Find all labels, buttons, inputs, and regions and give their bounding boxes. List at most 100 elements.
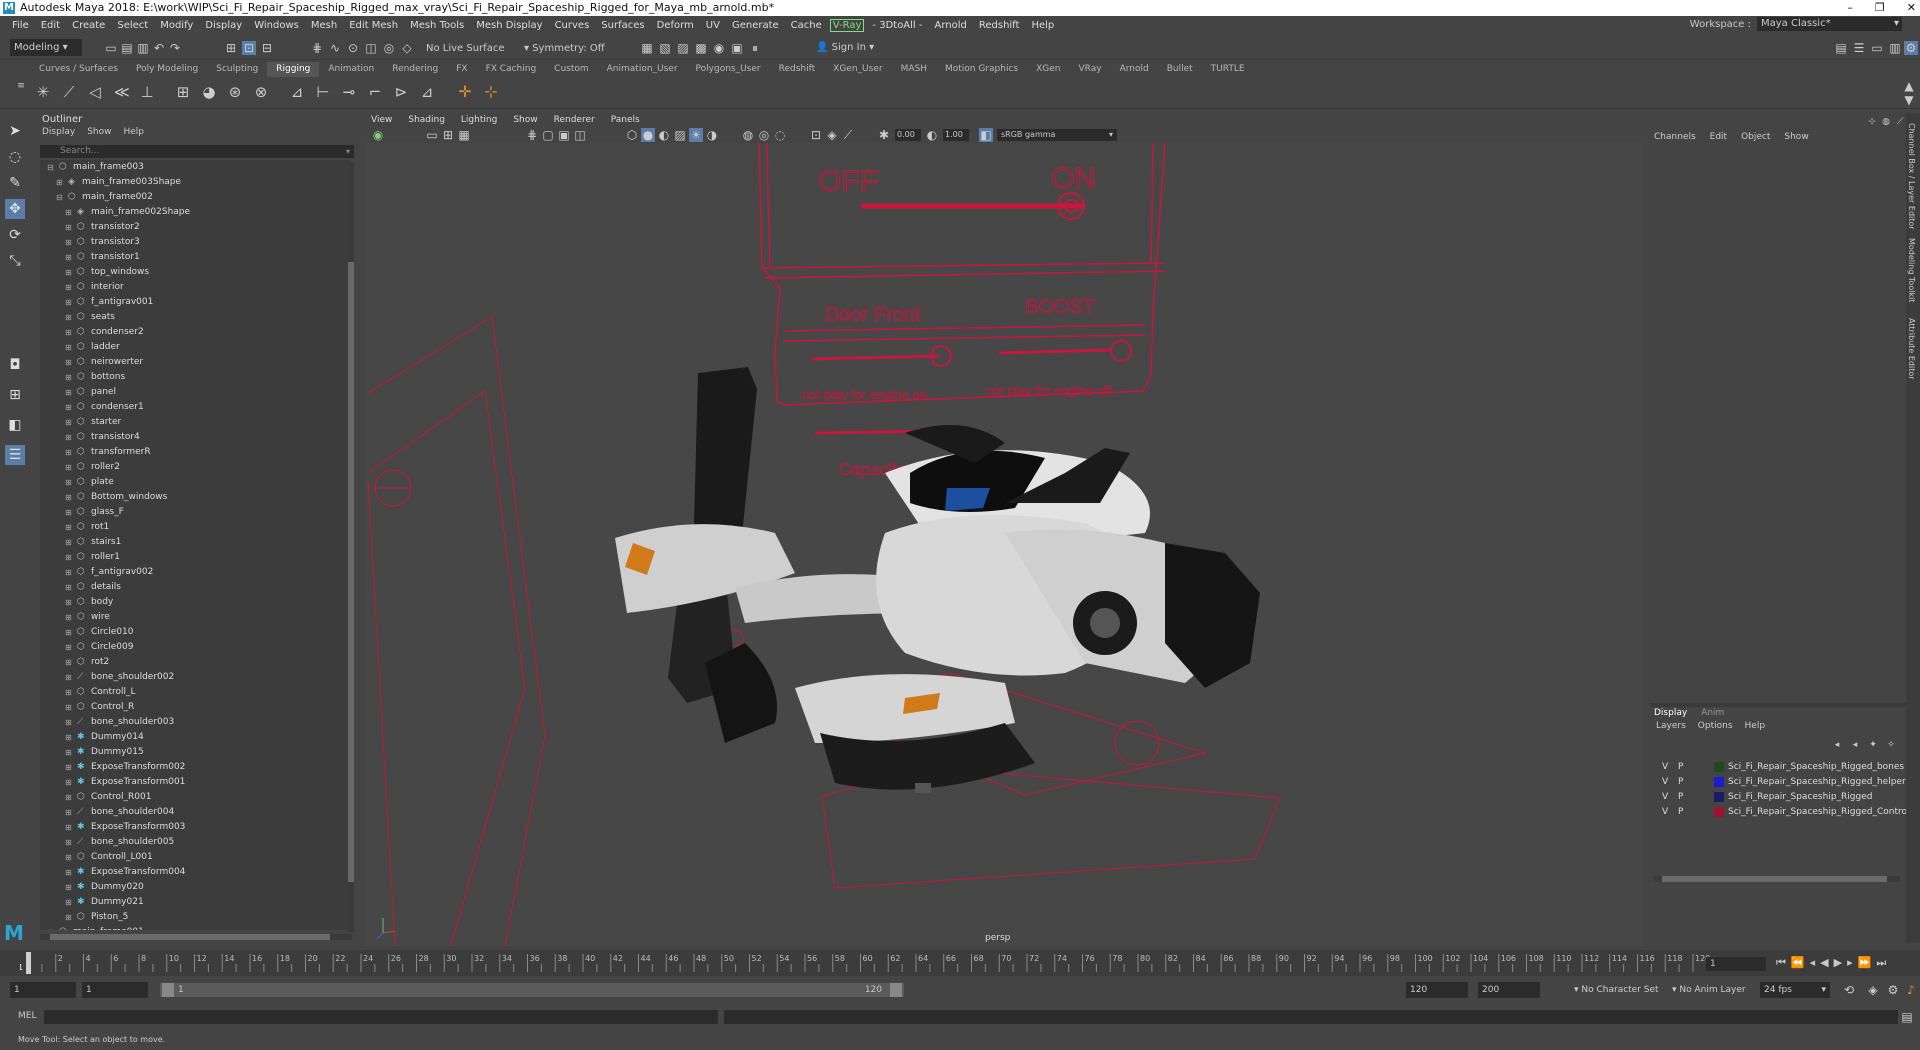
menu-cache[interactable]: Cache — [785, 20, 828, 31]
shelf-tab-poly-modeling[interactable]: Poly Modeling — [127, 62, 207, 77]
move-layer-down-icon[interactable]: ◂ — [1848, 738, 1862, 752]
go-to-end-icon[interactable]: ⏭ — [1876, 956, 1886, 970]
layer-color-swatch[interactable] — [1714, 777, 1724, 787]
outliner-item[interactable]: ⊞ ✱ ExposeTransform001 — [40, 775, 350, 790]
select-object-icon[interactable]: ⊡ — [242, 41, 256, 55]
smooth-shade-icon[interactable]: ● — [641, 128, 655, 142]
playback-start-field[interactable]: 1 — [82, 982, 148, 998]
outliner-item[interactable]: ⊞ ◈ main_frame002Shape — [40, 205, 350, 220]
shelf-tab-arnold[interactable]: Arnold — [1111, 62, 1158, 77]
select-camera-icon[interactable]: ◉ — [371, 128, 385, 142]
shelf-tab-animation-user[interactable]: Animation_User — [598, 62, 687, 77]
command-input[interactable] — [44, 1010, 718, 1024]
expand-icon[interactable]: ⊞ — [65, 865, 73, 880]
step-forward-key-icon[interactable]: ⏩ — [1858, 956, 1872, 970]
shelf-tab-redshift[interactable]: Redshift — [770, 62, 825, 77]
current-time-marker[interactable] — [26, 952, 31, 974]
outliner-item[interactable]: ⊞ ⬡ rot1 — [40, 520, 350, 535]
toggle-attribute-editor-icon[interactable]: ☰ — [1852, 41, 1866, 55]
layer-tab-display[interactable]: Display — [1654, 708, 1687, 718]
menu-uv[interactable]: UV — [700, 20, 726, 31]
menu-select[interactable]: Select — [111, 20, 154, 31]
expand-icon[interactable]: ⊞ — [65, 700, 73, 715]
search-dropdown-icon[interactable]: ▾ — [346, 145, 350, 158]
color-management-icon[interactable]: ◧ — [979, 128, 993, 142]
outliner-item[interactable]: ⊞ ⬡ condenser2 — [40, 325, 350, 340]
layer-playback-toggle[interactable]: P — [1678, 775, 1683, 789]
shelf-tab-turtle[interactable]: TURTLE — [1202, 62, 1254, 77]
render-sequence-icon[interactable]: ▧ — [658, 41, 672, 55]
smooth-bind-icon[interactable]: ⊗ — [254, 85, 268, 100]
outliner-item[interactable]: ⊞ ⬡ condenser1 — [40, 400, 350, 415]
loop-playback-icon[interactable]: ⟲ — [1842, 983, 1856, 997]
exposure-field[interactable]: 0.00 — [895, 129, 921, 141]
outliner-item[interactable]: ⊞ ⬡ top_windows — [40, 265, 350, 280]
outliner-item[interactable]: ⊞ ✱ Dummy020 — [40, 880, 350, 895]
display-layer-row[interactable]: V P Sci_Fi_Repair_Spaceship_Rigged_bones — [1654, 760, 1904, 774]
select-component-icon[interactable]: ⊟ — [260, 41, 274, 55]
persp-outliner-layout-icon[interactable]: ◧ — [5, 415, 25, 435]
paint-select-icon[interactable]: ✎ — [5, 173, 25, 193]
rotate-tool-icon[interactable]: ⟳ — [5, 225, 25, 245]
wireframe-on-shaded-icon[interactable]: ◐ — [657, 128, 671, 142]
render-frame-icon[interactable]: ▦ — [640, 41, 654, 55]
toggle-outliner-icon[interactable]: ⚙ — [1904, 41, 1918, 55]
animation-preferences-icon[interactable]: ⚙ — [1886, 983, 1900, 997]
toggle-tool-settings-icon[interactable]: ▭ — [1870, 41, 1884, 55]
pause-render-icon[interactable]: ⏸ — [748, 41, 762, 55]
menu-arnold[interactable]: Arnold — [929, 20, 973, 31]
scene-start-field[interactable]: 1 — [10, 982, 76, 998]
outliner-item[interactable]: ⊞ ⬡ neirowerter — [40, 355, 350, 370]
menu-surfaces[interactable]: Surfaces — [595, 20, 650, 31]
maximize-button[interactable]: ❐ — [1875, 0, 1885, 16]
shelf-menu-icon[interactable]: ≡ — [14, 79, 28, 93]
live-surface-field[interactable]: No Live Surface — [422, 40, 510, 57]
expand-icon[interactable]: ⊞ — [65, 505, 73, 520]
orient-joint-icon[interactable]: ≪ — [114, 85, 130, 100]
minimize-button[interactable]: – — [1847, 0, 1853, 16]
outliner-scrollbar[interactable] — [348, 162, 354, 932]
expand-icon[interactable]: ⊞ — [65, 880, 73, 895]
shelf-tab-mash[interactable]: MASH — [892, 62, 936, 77]
snap-curve-icon[interactable]: ∿ — [328, 41, 342, 55]
menu-set-dropdown[interactable]: Modeling ▾ — [10, 39, 82, 56]
outliner-menu-show[interactable]: Show — [87, 127, 111, 137]
expand-icon[interactable]: ⊞ — [65, 295, 73, 310]
shadows-icon[interactable]: ◑ — [705, 128, 719, 142]
channel-menu-object[interactable]: Object — [1741, 132, 1770, 142]
play-backward-icon[interactable]: ◀ — [1820, 956, 1828, 970]
move-layer-up-icon[interactable]: ◂ — [1830, 738, 1844, 752]
expand-icon[interactable]: ⊞ — [65, 325, 73, 340]
outliner-item[interactable]: ⊞ ⟋ bone_shoulder005 — [40, 835, 350, 850]
fps-dropdown[interactable]: 24 fps ▾ — [1760, 982, 1830, 998]
channel-menu-channels[interactable]: Channels — [1654, 132, 1696, 142]
auto-key-icon[interactable]: ◈ — [1866, 983, 1880, 997]
panel-splitter[interactable] — [1650, 703, 1906, 707]
isolate-select-icon[interactable]: ⊡ — [809, 128, 823, 142]
expand-icon[interactable]: ⊞ — [65, 730, 73, 745]
ipr-render-icon[interactable]: ▨ — [676, 41, 690, 55]
outliner-item[interactable]: ⊞ ⬡ f_antigrav001 — [40, 295, 350, 310]
expand-icon[interactable]: ⊞ — [65, 220, 73, 235]
layer-menu-layers[interactable]: Layers — [1656, 721, 1686, 731]
expand-icon[interactable]: ⊞ — [65, 625, 73, 640]
bookmarks-icon[interactable]: ⊞ — [441, 128, 455, 142]
outliner-item[interactable]: ⊞ ⬡ transistor1 — [40, 250, 350, 265]
workspace-dropdown[interactable]: Maya Classic* ▾ — [1757, 17, 1902, 31]
menu-file[interactable]: File — [6, 20, 35, 31]
save-scene-icon[interactable]: ▥ — [136, 41, 150, 55]
lasso-tool-icon[interactable]: ◌ — [5, 147, 25, 167]
grid-toggle-icon[interactable]: ⋕ — [525, 128, 539, 142]
outliner-item[interactable]: ⊞ ✱ Dummy014 — [40, 730, 350, 745]
menu-edit[interactable]: Edit — [35, 20, 66, 31]
xray-joints-icon[interactable]: ⟋ — [841, 128, 855, 142]
current-frame-field[interactable]: 1 — [1706, 957, 1766, 971]
modeling-toolkit-tab[interactable]: Modeling Toolkit — [1907, 238, 1916, 302]
shelf-tab-rendering[interactable]: Rendering — [383, 62, 447, 77]
layer-color-swatch[interactable] — [1714, 792, 1724, 802]
viewport-canvas[interactable]: OFF ON Door Front BOOST not play for eng… — [365, 143, 1643, 946]
expand-icon[interactable]: ⊞ — [65, 400, 73, 415]
viewport-menu-renderer[interactable]: Renderer — [554, 113, 595, 127]
script-editor-icon[interactable]: ▤ — [1900, 1010, 1914, 1024]
aim-constraint-icon[interactable]: ⊿ — [420, 85, 434, 100]
